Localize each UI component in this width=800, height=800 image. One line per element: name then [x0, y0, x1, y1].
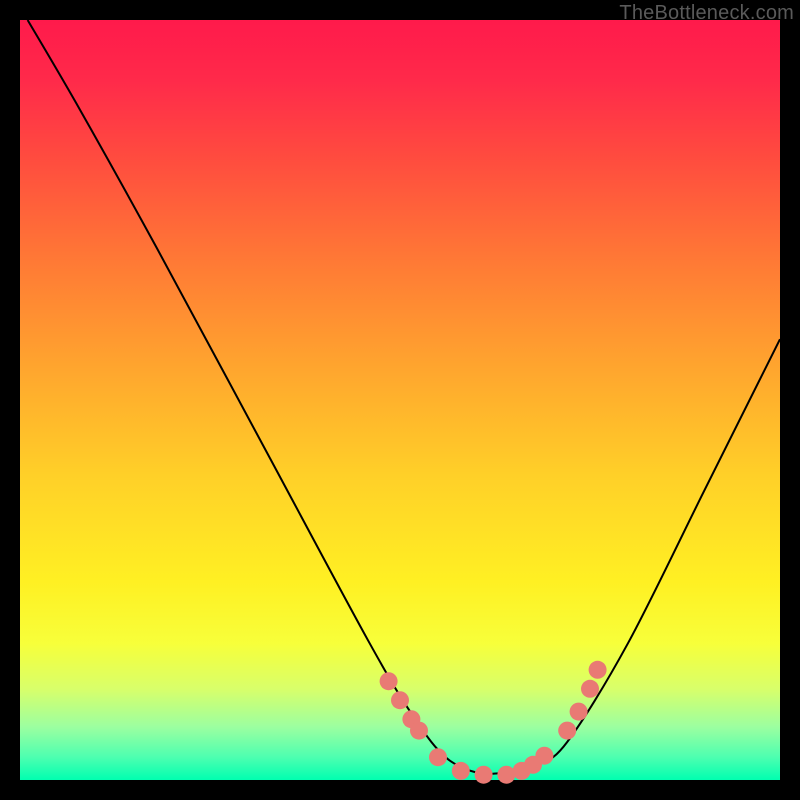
- marker-dot: [429, 748, 447, 766]
- marker-dot: [570, 703, 588, 721]
- curve-svg: [20, 20, 780, 780]
- watermark-text: TheBottleneck.com: [619, 2, 794, 25]
- marker-dot: [380, 672, 398, 690]
- marker-dot: [497, 766, 515, 784]
- marker-dot: [589, 661, 607, 679]
- marker-dot: [410, 722, 428, 740]
- marker-dot: [581, 680, 599, 698]
- marker-group: [380, 661, 607, 784]
- marker-dot: [475, 766, 493, 784]
- marker-dot: [452, 762, 470, 780]
- plot-area: [20, 20, 780, 780]
- marker-dot: [558, 722, 576, 740]
- chart-frame: TheBottleneck.com: [0, 0, 800, 800]
- marker-dot: [535, 747, 553, 765]
- marker-dot: [391, 691, 409, 709]
- bottleneck-curve: [28, 20, 780, 774]
